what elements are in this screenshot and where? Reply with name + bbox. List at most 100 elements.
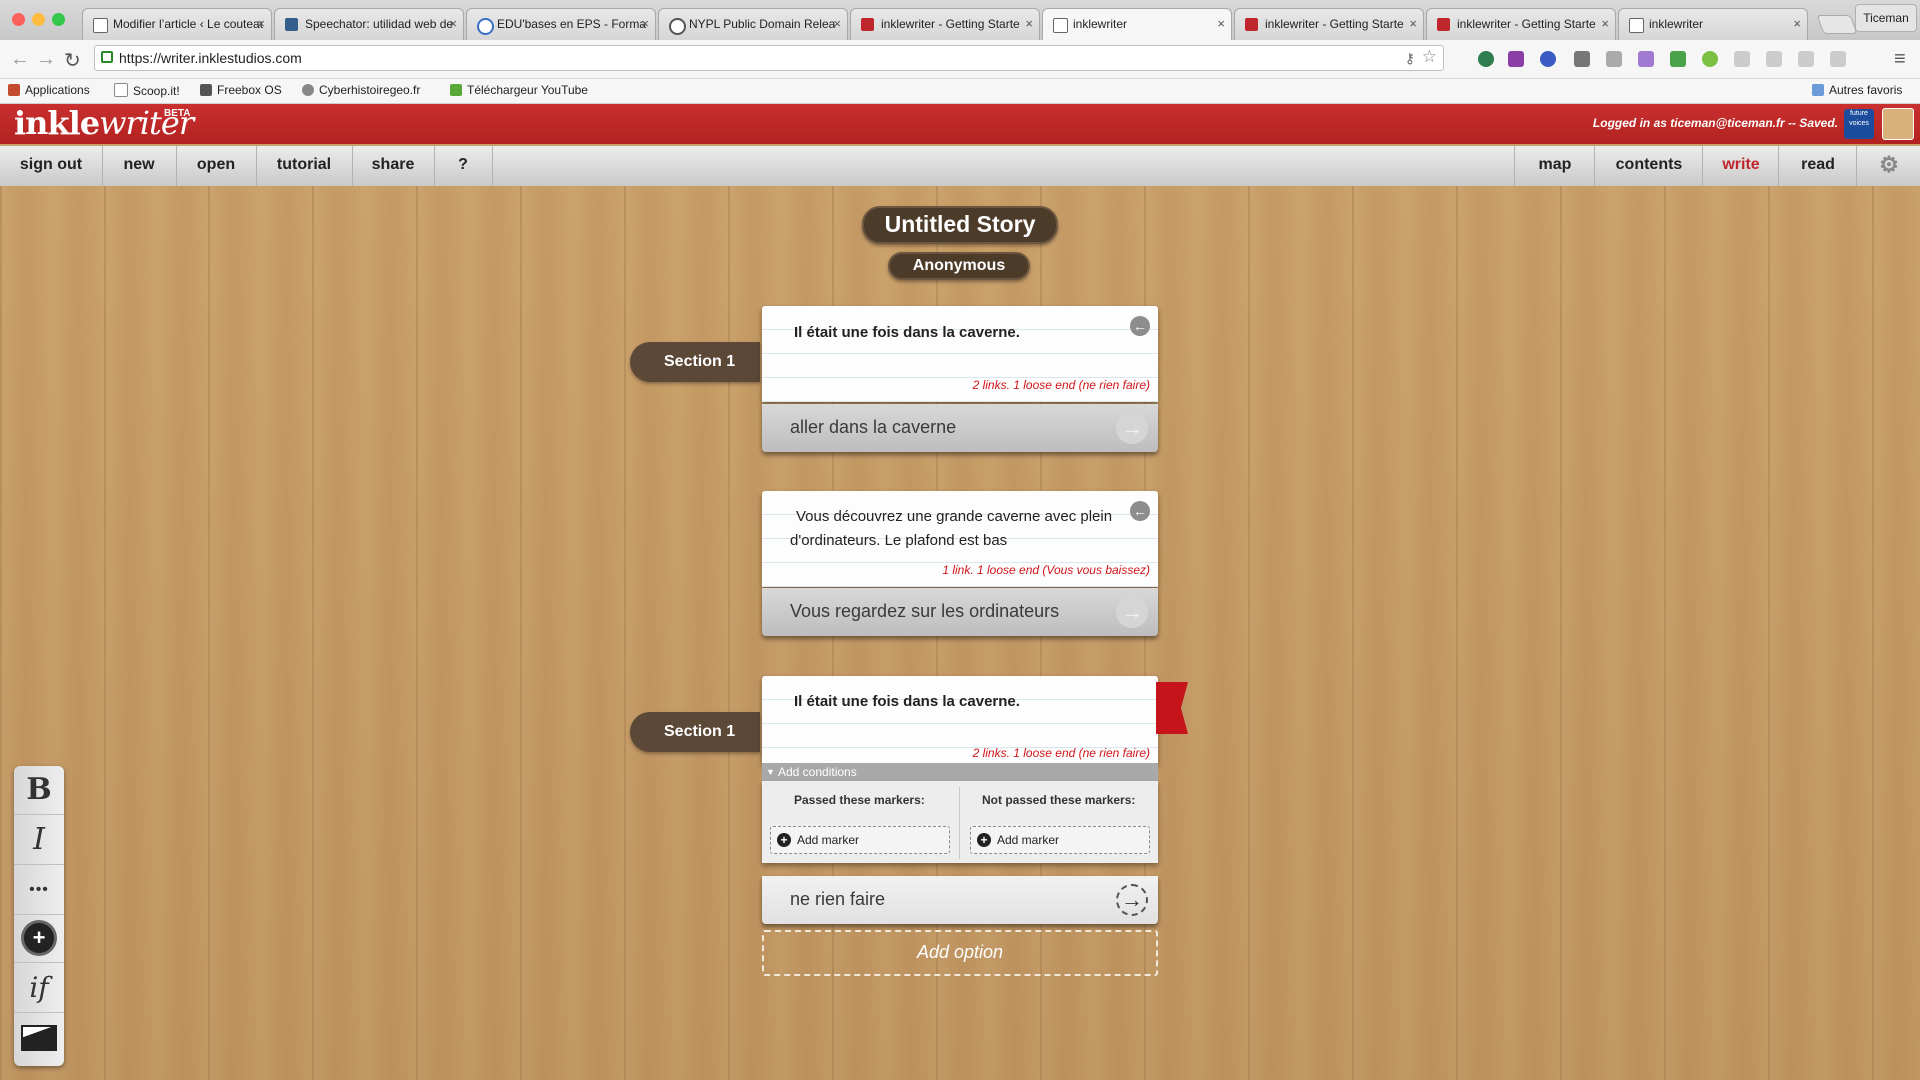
profile-button[interactable]: Ticeman (1855, 4, 1917, 32)
paragraph-text[interactable]: Il était une fois dans la caverne. (794, 690, 1114, 714)
browser-tab[interactable]: NYPL Public Domain Relea × (658, 8, 848, 40)
close-tab-icon[interactable]: × (1601, 9, 1609, 39)
section-tag[interactable]: Section 1 (630, 712, 760, 752)
close-tab-icon[interactable]: × (833, 9, 841, 39)
right-arrow-icon[interactable]: → (1116, 412, 1148, 444)
bookmark-item[interactable]: Cyberhistoiregeo.fr (302, 83, 420, 97)
ellipsis-button[interactable]: ••• (14, 866, 64, 915)
browser-tab[interactable]: EDU'bases en EPS - Forma × (466, 8, 656, 40)
bookmark-item[interactable]: Freebox OS (200, 83, 282, 97)
avatar[interactable] (1882, 108, 1914, 140)
onenote-icon[interactable] (1508, 51, 1524, 67)
option-label[interactable]: ne rien faire (790, 889, 885, 910)
green-dot-icon[interactable] (1702, 51, 1718, 67)
loose-end-arrow-icon[interactable]: → (1116, 884, 1148, 916)
close-tab-icon[interactable]: × (1217, 9, 1225, 39)
browser-tab[interactable]: Speechator: utilidad web de × (274, 8, 464, 40)
pen-icon[interactable] (1638, 51, 1654, 67)
extension-icon[interactable] (1670, 51, 1686, 67)
section-tag[interactable]: Section 1 (630, 342, 760, 382)
browser-tab[interactable]: inklewriter - Getting Starte × (850, 8, 1040, 40)
globe-icon (302, 84, 314, 96)
menu-sign-out[interactable]: sign out (0, 146, 103, 186)
story-author[interactable]: Anonymous (888, 252, 1030, 280)
add-passed-marker-button[interactable]: + Add marker (770, 826, 950, 854)
zoom-window-button[interactable] (52, 13, 65, 26)
add-conditions-toggle[interactable]: ▼ Add conditions (762, 763, 1158, 781)
paragraph-text[interactable]: Il était une fois dans la caverne. (794, 321, 1114, 345)
chevron-down-icon: ▼ (766, 767, 775, 777)
menu-tutorial[interactable]: tutorial (256, 146, 353, 186)
browser-tab[interactable]: inklewriter - Getting Starte × (1234, 8, 1424, 40)
italic-button[interactable]: I (14, 816, 64, 865)
if-condition-button[interactable]: if (14, 964, 64, 1013)
rss-icon[interactable] (1830, 51, 1846, 67)
inklewriter-favicon-icon (1437, 18, 1450, 31)
close-tab-icon[interactable]: × (1409, 9, 1417, 39)
passed-markers-heading: Passed these markers: (794, 793, 925, 807)
menu-read[interactable]: read (1778, 146, 1857, 186)
extension-icon[interactable] (1766, 51, 1782, 67)
bold-button[interactable]: B (14, 766, 64, 815)
bookmark-item[interactable]: Scoop.it! (114, 83, 180, 98)
add-option-button[interactable]: Add option (762, 930, 1158, 976)
extension-icon[interactable] (1734, 51, 1750, 67)
not-passed-markers-heading: Not passed these markers: (982, 793, 1136, 807)
insert-image-button[interactable] (14, 1014, 64, 1062)
menu-help[interactable]: ? (434, 146, 493, 186)
menu-contents[interactable]: contents (1594, 146, 1703, 186)
divider (959, 787, 960, 859)
close-tab-icon[interactable]: × (257, 9, 265, 39)
camera-icon[interactable] (1606, 51, 1622, 67)
back-arrow-icon[interactable]: ← (10, 48, 30, 71)
option-label[interactable]: Vous regardez sur les ordinateurs (790, 601, 1059, 622)
settings-menu[interactable]: ⚙ (1856, 146, 1920, 186)
story-title[interactable]: Untitled Story (862, 206, 1058, 244)
address-bar[interactable]: https://writer.inklestudios.com ⚷ ☆ (94, 45, 1444, 71)
extension-icon[interactable] (1574, 51, 1590, 67)
future-voices-badge[interactable]: future voices (1844, 109, 1874, 139)
menu-write[interactable]: write (1702, 146, 1779, 186)
add-not-passed-marker-button[interactable]: + Add marker (970, 826, 1150, 854)
paragraph-card-selected[interactable]: Il était une fois dans la caverne. 2 lin… (762, 676, 1158, 764)
wordpress-favicon-icon (669, 18, 686, 35)
bookmark-item[interactable]: Applications (8, 83, 90, 97)
extension-icon[interactable] (1798, 51, 1814, 67)
close-tab-icon[interactable]: × (1793, 9, 1801, 39)
key-icon[interactable]: ⚷ (1405, 46, 1415, 70)
menu-new[interactable]: new (102, 146, 177, 186)
paragraph-card[interactable]: Il était une fois dans la caverne. ← 2 l… (762, 306, 1158, 402)
star-icon[interactable]: ☆ (1422, 45, 1437, 69)
menu-share[interactable]: share (352, 146, 435, 186)
browser-tab[interactable]: Modifier l’article ‹ Le couteau × (82, 8, 272, 40)
browser-tab[interactable]: inklewriter × (1618, 8, 1808, 40)
extension-icon[interactable] (1478, 51, 1494, 67)
close-tab-icon[interactable]: × (449, 9, 457, 39)
option-row[interactable]: Vous regardez sur les ordinateurs → (762, 588, 1158, 636)
right-arrow-icon[interactable]: → (1116, 596, 1148, 628)
browser-tab-active[interactable]: inklewriter × (1042, 8, 1232, 40)
back-arrow-icon[interactable]: ← (1130, 501, 1150, 521)
option-row-loose-end[interactable]: ne rien faire → (762, 876, 1158, 924)
add-marker-button[interactable]: + (14, 914, 64, 963)
forward-arrow-icon[interactable]: → (36, 48, 56, 71)
reload-icon[interactable]: ↻ (64, 48, 81, 73)
beta-badge: BETA (164, 108, 191, 119)
other-bookmarks[interactable]: Autres favoris (1812, 83, 1902, 97)
close-window-button[interactable] (12, 13, 25, 26)
menu-map[interactable]: map (1514, 146, 1595, 186)
k-extension-icon[interactable] (1540, 51, 1556, 67)
option-row[interactable]: aller dans la caverne → (762, 404, 1158, 452)
paragraph-card[interactable]: Vous découvrez une grande caverne avec p… (762, 491, 1158, 587)
close-tab-icon[interactable]: × (1025, 9, 1033, 39)
bookmark-item[interactable]: Téléchargeur YouTube (450, 83, 588, 97)
option-label[interactable]: aller dans la caverne (790, 417, 956, 438)
close-tab-icon[interactable]: × (641, 9, 649, 39)
menu-open[interactable]: open (176, 146, 257, 186)
minimize-window-button[interactable] (32, 13, 45, 26)
new-tab-button[interactable] (1816, 15, 1858, 34)
paragraph-text[interactable]: Vous découvrez une grande caverne avec p… (790, 505, 1120, 553)
browser-tab[interactable]: inklewriter - Getting Starte × (1426, 8, 1616, 40)
menu-icon[interactable]: ≡ (1894, 48, 1906, 71)
back-arrow-icon[interactable]: ← (1130, 316, 1150, 336)
